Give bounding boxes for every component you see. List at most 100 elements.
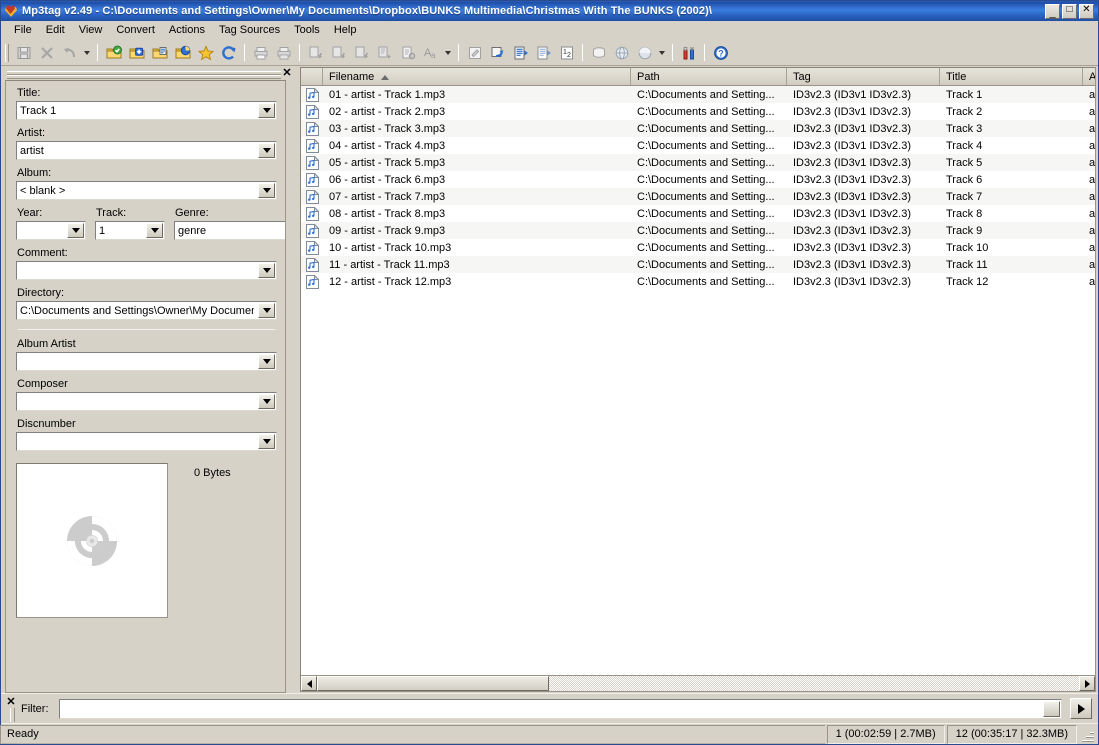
local-tag-source-icon[interactable] — [587, 42, 610, 64]
table-row[interactable]: 12 - artist - Track 12.mp3 C:\Documents a… — [301, 273, 1095, 290]
track-dropdown-icon[interactable] — [146, 223, 163, 238]
maximize-button[interactable]: □ — [1062, 3, 1077, 19]
create-playlist-icon[interactable] — [509, 42, 532, 64]
hscroll-right-button[interactable] — [1079, 676, 1095, 691]
album-input[interactable] — [17, 182, 257, 199]
menu-help[interactable]: Help — [327, 22, 364, 38]
add-files-icon[interactable] — [148, 42, 171, 64]
freedb-icon[interactable] — [633, 42, 656, 64]
hscroll-thumb[interactable] — [317, 676, 549, 691]
print-cover-icon[interactable] — [272, 42, 295, 64]
filter-dropdown-icon[interactable] — [1043, 700, 1060, 717]
albumartist-input[interactable] — [17, 353, 257, 370]
table-row[interactable]: 01 - artist - Track 1.mp3 C:\Documents an… — [301, 86, 1095, 103]
discnumber-input[interactable] — [17, 433, 257, 450]
case-conversion-icon[interactable]: Aa — [419, 42, 442, 64]
composer-input[interactable] — [17, 393, 257, 410]
filter-combo[interactable] — [58, 698, 1062, 719]
track-input[interactable] — [96, 222, 145, 239]
table-row[interactable]: 03 - artist - Track 3.mp3 C:\Documents an… — [301, 120, 1095, 137]
table-row[interactable]: 07 - artist - Track 7.mp3 C:\Documents an… — [301, 188, 1095, 205]
albumartist-dropdown-icon[interactable] — [258, 354, 275, 369]
web-tag-source-icon[interactable] — [610, 42, 633, 64]
playlist-options-icon[interactable] — [532, 42, 555, 64]
undo-dropdown-icon[interactable] — [81, 42, 93, 64]
filename-to-filename-icon[interactable] — [350, 42, 373, 64]
table-row[interactable]: 06 - artist - Track 6.mp3 C:\Documents an… — [301, 171, 1095, 188]
comment-combo[interactable] — [16, 261, 277, 280]
table-row[interactable]: 10 - artist - Track 10.mp3 C:\Documents a… — [301, 239, 1095, 256]
track-combo[interactable] — [95, 221, 165, 240]
open-playlist-icon[interactable] — [171, 42, 194, 64]
genre-combo[interactable] — [174, 221, 285, 240]
file-list-body[interactable]: 01 - artist - Track 1.mp3 C:\Documents an… — [301, 86, 1095, 675]
menu-view[interactable]: View — [72, 22, 110, 38]
discnumber-dropdown-icon[interactable] — [258, 434, 275, 449]
composer-dropdown-icon[interactable] — [258, 394, 275, 409]
comment-input[interactable] — [17, 262, 257, 279]
column-header-title[interactable]: Title — [940, 68, 1083, 85]
table-row[interactable]: 09 - artist - Track 9.mp3 C:\Documents an… — [301, 222, 1095, 239]
options-icon[interactable] — [677, 42, 700, 64]
menu-file[interactable]: File — [7, 22, 39, 38]
undo-icon[interactable] — [58, 42, 81, 64]
tag-to-filename-icon[interactable] — [304, 42, 327, 64]
albumartist-combo[interactable] — [16, 352, 277, 371]
table-row[interactable]: 11 - artist - Track 11.mp3 C:\Documents a… — [301, 256, 1095, 273]
minimize-button[interactable]: _ — [1045, 3, 1060, 19]
filter-input[interactable] — [59, 699, 1042, 718]
menu-tag-sources[interactable]: Tag Sources — [212, 22, 287, 38]
menu-edit[interactable]: Edit — [39, 22, 72, 38]
column-header-artist[interactable]: A — [1083, 68, 1095, 85]
year-combo[interactable] — [16, 221, 86, 240]
title-input[interactable] — [17, 102, 257, 119]
add-directory-icon[interactable] — [125, 42, 148, 64]
tag-to-tag-icon[interactable] — [373, 42, 396, 64]
tag-panel-close-button[interactable]: ✕ — [281, 68, 293, 79]
column-header-icon[interactable] — [301, 68, 323, 85]
column-header-path[interactable]: Path — [631, 68, 787, 85]
convert-dropdown-icon[interactable] — [442, 42, 454, 64]
save-icon[interactable] — [12, 42, 35, 64]
print-icon[interactable] — [249, 42, 272, 64]
edit-actions-icon[interactable] — [463, 42, 486, 64]
tag-source-dropdown-icon[interactable] — [656, 42, 668, 64]
cover-art-box[interactable] — [16, 463, 168, 618]
artist-combo[interactable] — [16, 141, 277, 160]
album-dropdown-icon[interactable] — [258, 183, 275, 198]
column-header-tag[interactable]: Tag — [787, 68, 940, 85]
quick-actions-icon[interactable] — [486, 42, 509, 64]
tag-panel-grip[interactable] — [7, 70, 281, 79]
change-directory-icon[interactable] — [102, 42, 125, 64]
toolbar-grip[interactable] — [5, 43, 9, 62]
resize-grip-icon[interactable] — [1080, 725, 1096, 744]
table-row[interactable]: 04 - artist - Track 4.mp3 C:\Documents an… — [301, 137, 1095, 154]
composer-combo[interactable] — [16, 392, 277, 411]
text-file-to-tag-icon[interactable] — [396, 42, 419, 64]
file-list-hscrollbar[interactable] — [301, 675, 1095, 691]
filter-apply-button[interactable] — [1070, 698, 1092, 719]
filename-to-tag-icon[interactable] — [327, 42, 350, 64]
year-input[interactable] — [17, 222, 66, 239]
table-row[interactable]: 02 - artist - Track 2.mp3 C:\Documents an… — [301, 103, 1095, 120]
discnumber-combo[interactable] — [16, 432, 277, 451]
filter-close-button[interactable]: ✕ — [5, 696, 17, 707]
genre-input[interactable] — [175, 222, 285, 239]
close-button[interactable]: ✕ — [1079, 3, 1094, 19]
refresh-icon[interactable] — [217, 42, 240, 64]
menu-tools[interactable]: Tools — [287, 22, 327, 38]
directory-input[interactable] — [17, 302, 257, 319]
remove-tag-icon[interactable] — [35, 42, 58, 64]
comment-dropdown-icon[interactable] — [258, 263, 275, 278]
table-row[interactable]: 05 - artist - Track 5.mp3 C:\Documents an… — [301, 154, 1095, 171]
favorites-icon[interactable] — [194, 42, 217, 64]
year-dropdown-icon[interactable] — [67, 223, 84, 238]
menu-convert[interactable]: Convert — [109, 22, 162, 38]
table-row[interactable]: 08 - artist - Track 8.mp3 C:\Documents an… — [301, 205, 1095, 222]
filter-grip[interactable] — [9, 707, 15, 722]
column-header-filename[interactable]: Filename — [323, 68, 631, 85]
title-combo[interactable] — [16, 101, 277, 120]
directory-dropdown-icon[interactable] — [258, 303, 275, 318]
directory-combo[interactable] — [16, 301, 277, 320]
menu-actions[interactable]: Actions — [162, 22, 212, 38]
